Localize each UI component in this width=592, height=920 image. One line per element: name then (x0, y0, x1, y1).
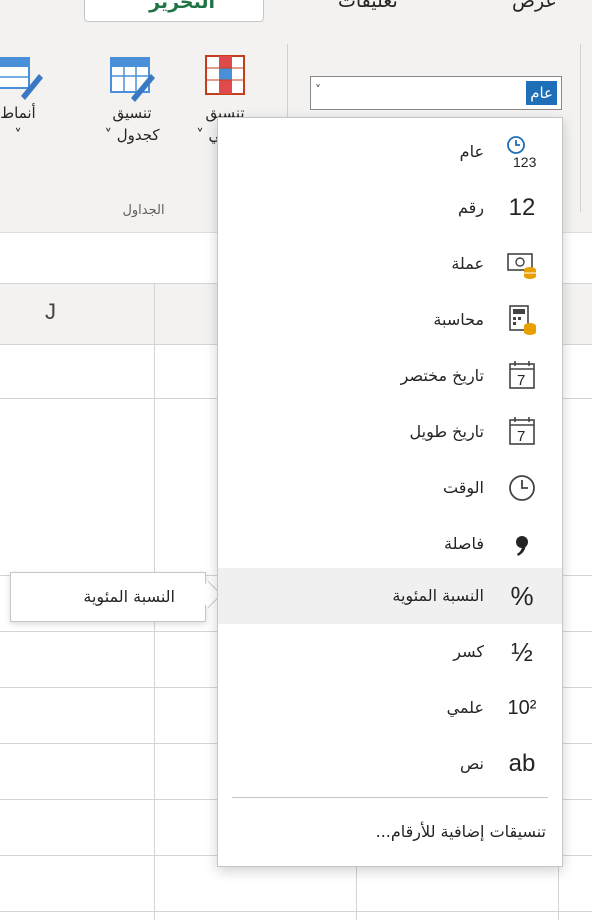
scientific-icon: 10² (507, 697, 537, 719)
format-long-date-label: تاريخ طويل (409, 422, 485, 441)
format-text-item[interactable]: ab نص (218, 738, 562, 790)
number-format-value: عام (526, 81, 557, 105)
chevron-down-icon[interactable]: ˅ (315, 83, 321, 97)
cell-styles-label-1: أنماط (0, 104, 36, 122)
format-number-label: رقم (457, 198, 484, 217)
format-time-item[interactable]: الوقت (218, 462, 562, 514)
fraction-icon: ½ (511, 637, 533, 667)
format-scientific-item[interactable]: 10² علمي (218, 682, 562, 734)
grid-line (0, 911, 592, 912)
tab-comments[interactable]: تعليقات (338, 0, 398, 16)
format-as-table-label-2: كجدول ˅ (104, 126, 160, 144)
format-short-date-label: تاريخ مختصر (400, 366, 484, 385)
number-format-dropdown: 123 عام 12 رقم عملة محاسبة 7 تاريخ مختصر… (217, 117, 563, 867)
cell-styles-button[interactable]: أنماط ˅ (0, 52, 50, 146)
text-ab-icon: ab (508, 750, 536, 777)
cell-styles-label-2: ˅ (14, 126, 22, 144)
accounting-calculator-icon (504, 302, 540, 338)
svg-text:7: 7 (517, 428, 525, 445)
format-time-label: الوقت (443, 478, 484, 497)
format-long-date-item[interactable]: 7 تاريخ طويل (218, 406, 562, 458)
format-percentage-item[interactable]: % النسبة المئوية (218, 568, 562, 624)
ribbon-separator (580, 44, 581, 212)
number-format-combobox[interactable]: ˅ عام (310, 76, 562, 110)
format-short-date-item[interactable]: 7 تاريخ مختصر (218, 350, 562, 402)
format-text-label: نص (459, 754, 484, 773)
format-accounting-item[interactable]: محاسبة (218, 294, 562, 346)
format-percentage-label: النسبة المئوية (392, 586, 484, 605)
percentage-tooltip: النسبة المئوية (10, 572, 206, 622)
clock-123-icon: 123 (504, 134, 540, 170)
comma-icon (504, 526, 540, 562)
format-comma-item[interactable]: فاصلة (218, 518, 562, 570)
clock-icon (504, 470, 540, 506)
format-comma-label: فاصلة (444, 534, 484, 553)
format-currency-item[interactable]: عملة (218, 238, 562, 290)
tab-view[interactable]: عرض (512, 0, 557, 16)
format-as-table-button[interactable]: تنسيق كجدول ˅ (88, 52, 176, 146)
svg-text:7: 7 (517, 372, 525, 389)
format-as-table-label-1: تنسيق (112, 104, 152, 122)
format-general-item[interactable]: 123 عام (218, 126, 562, 178)
format-currency-label: عملة (451, 254, 484, 273)
cell-styles-icon (0, 57, 43, 100)
dropdown-divider (232, 797, 548, 798)
format-fraction-item[interactable]: ½ كسر (218, 626, 562, 678)
svg-text:123: 123 (513, 154, 537, 170)
format-number-item[interactable]: 12 رقم (218, 182, 562, 234)
format-fraction-label: كسر (453, 642, 484, 661)
format-accounting-label: محاسبة (433, 310, 484, 329)
format-general-label: عام (459, 142, 484, 161)
currency-icon (504, 246, 540, 282)
column-header-j[interactable]: J (45, 299, 56, 325)
number-12-icon: 12 (508, 194, 536, 221)
calendar-icon: 7 (504, 358, 540, 394)
tab-edit[interactable]: التحرير ˅ (84, 0, 264, 22)
calendar-icon: 7 (504, 414, 540, 450)
more-number-formats-link[interactable]: تنسيقات إضافية للأرقام... (376, 806, 546, 858)
format-as-table-icon (110, 57, 155, 102)
format-scientific-label: علمي (446, 698, 484, 717)
percent-icon: % (510, 581, 534, 611)
conditional-formatting-icon (205, 55, 245, 95)
